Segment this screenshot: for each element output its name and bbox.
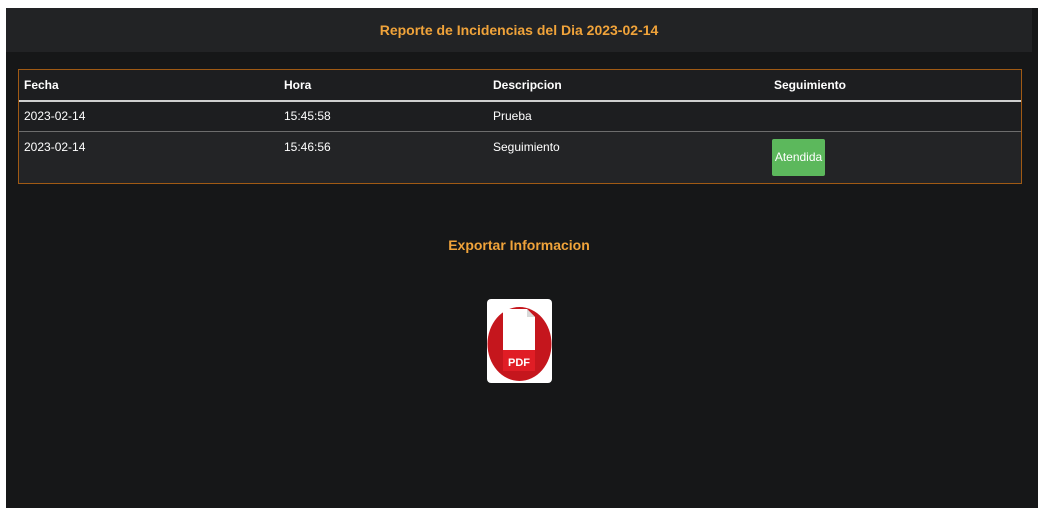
cell-hora: 15:45:58 [279,101,488,132]
cell-descripcion: Prueba [488,101,769,132]
incidents-table: Fecha Hora Descripcion Seguimiento 2023-… [19,70,1021,183]
column-header-hora: Hora [279,70,488,102]
export-pdf-button[interactable]: PDF [487,299,552,383]
cell-seguimiento [769,101,1021,132]
page-title: Reporte de Incidencias del Dia 2023-02-1… [379,22,659,38]
report-page: Reporte de Incidencias del Dia 2023-02-1… [6,8,1038,508]
column-header-descripcion: Descripcion [488,70,769,102]
pdf-file-icon: PDF [487,307,552,381]
column-header-seguimiento: Seguimiento [769,70,1021,102]
export-title: Exportar Informacion [448,237,590,253]
table-header-row: Fecha Hora Descripcion Seguimiento [19,70,1021,102]
header-bar: Reporte de Incidencias del Dia 2023-02-1… [6,8,1032,52]
cell-descripcion: Seguimiento [488,131,769,183]
incidents-table-container: Fecha Hora Descripcion Seguimiento 2023-… [18,69,1022,184]
cell-hora: 15:46:56 [279,131,488,183]
table-row: 2023-02-14 15:45:58 Prueba [19,101,1021,132]
cell-seguimiento: Atendida [769,131,1021,183]
atendida-button[interactable]: Atendida [772,139,825,176]
column-header-fecha: Fecha [19,70,279,102]
cell-fecha: 2023-02-14 [19,101,279,132]
pdf-label: PDF [508,357,530,369]
table-row: 2023-02-14 15:46:56 Seguimiento Atendida [19,131,1021,183]
cell-fecha: 2023-02-14 [19,131,279,183]
